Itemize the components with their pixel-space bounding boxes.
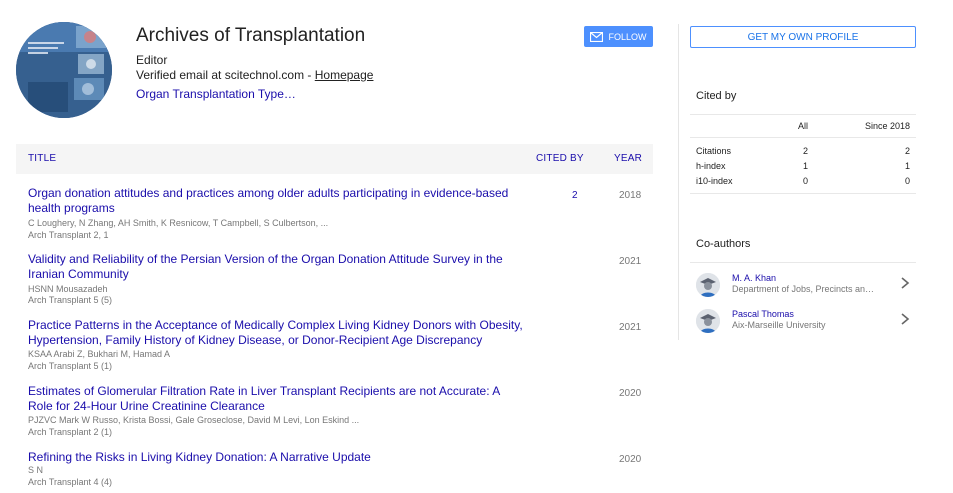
follow-label: FOLLOW	[608, 31, 647, 42]
publication-year: 2021	[619, 256, 642, 267]
publication-title-link[interactable]: Refining the Risks in Living Kidney Dona…	[28, 450, 528, 465]
coauthor-name[interactable]: M. A. Khan	[732, 273, 776, 283]
person-avatar-icon	[696, 273, 720, 297]
metric-all-value: 0	[803, 176, 809, 186]
profile-email: Verified email at scitechnol.com - Homep…	[136, 68, 373, 82]
coauthors-title: Co-authors	[696, 238, 751, 250]
citations-row: Citations 2 2	[690, 144, 916, 159]
coauthor-name[interactable]: Pascal Thomas	[732, 309, 794, 319]
metric-label[interactable]: Citations	[696, 146, 731, 156]
coauthor-affiliation: Department of Jobs, Precincts an…	[732, 284, 875, 294]
get-my-own-profile-button[interactable]: GET MY OWN PROFILE	[690, 26, 916, 48]
coauthors-divider	[690, 262, 916, 263]
publications-table-header: TITLE CITED BY YEAR	[16, 144, 653, 174]
publication-year: 2021	[619, 322, 642, 333]
table-row: Organ donation attitudes and practices a…	[16, 186, 653, 248]
metric-all-value: 1	[803, 161, 809, 171]
publication-authors: HSNN Mousazadeh	[28, 284, 108, 294]
h-index-row: h-index 1 1	[690, 159, 916, 174]
since-column-header: Since 2018	[864, 121, 910, 131]
cited-by-count-link[interactable]: 2	[572, 190, 578, 201]
table-row: Validity and Reliability of the Persian …	[16, 252, 653, 314]
i10-index-row: i10-index 0 0	[690, 174, 916, 189]
title-column-header[interactable]: TITLE	[28, 153, 56, 164]
column-divider	[678, 24, 679, 340]
publication-authors: C Loughery, N Zhang, AH Smith, K Resnico…	[28, 218, 329, 228]
metric-since-value: 0	[904, 176, 910, 186]
coauthor-affiliation: Aix-Marseille University	[732, 320, 826, 330]
journal-cover-image	[16, 22, 112, 118]
follow-button[interactable]: FOLLOW	[584, 26, 653, 47]
profile-name: Archives of Transplantation	[136, 25, 366, 46]
research-interests-link[interactable]: Organ Transplantation Type…	[136, 87, 296, 101]
chevron-right-icon[interactable]	[900, 312, 910, 326]
cited-by-column-header[interactable]: CITED BY	[536, 153, 584, 164]
publication-year: 2020	[619, 388, 642, 399]
publication-year: 2018	[619, 190, 642, 201]
publication-venue: Arch Transplant 2 (1)	[28, 427, 113, 437]
publication-venue: Arch Transplant 4 (4)	[28, 477, 113, 487]
metric-label[interactable]: h-index	[696, 161, 726, 171]
cited-by-header-row: All Since 2018	[690, 114, 916, 138]
cited-by-table: All Since 2018 Citations 2 2 h-index 1 1…	[690, 114, 916, 189]
publication-venue: Arch Transplant 2, 1	[28, 230, 109, 240]
publication-authors: PJZVC Mark W Russo, Krista Bossi, Gale G…	[28, 415, 360, 425]
all-column-header: All	[798, 121, 809, 131]
metric-all-value: 2	[803, 146, 809, 156]
cited-by-title: Cited by	[696, 90, 737, 102]
table-row: Refining the Risks in Living Kidney Dona…	[16, 450, 653, 490]
homepage-link[interactable]: Homepage	[315, 68, 374, 82]
publication-authors: KSAA Arabi Z, Bukhari M, Hamad A	[28, 349, 171, 359]
publication-venue: Arch Transplant 5 (1)	[28, 361, 113, 371]
publication-title-link[interactable]: Organ donation attitudes and practices a…	[28, 186, 528, 216]
coauthor-item[interactable]: M. A. Khan Department of Jobs, Precincts…	[690, 270, 916, 304]
coauthor-item[interactable]: Pascal Thomas Aix-Marseille University	[690, 306, 916, 340]
metric-since-value: 1	[904, 161, 910, 171]
profile-role: Editor	[136, 53, 168, 67]
year-column-header[interactable]: YEAR	[614, 153, 642, 164]
table-row: Estimates of Glomerular Filtration Rate …	[16, 384, 653, 446]
publication-year: 2020	[619, 454, 642, 465]
person-avatar-icon	[696, 309, 720, 333]
publication-authors: S N	[28, 465, 44, 475]
publication-title-link[interactable]: Validity and Reliability of the Persian …	[28, 252, 528, 282]
cited-by-bottom-divider	[690, 193, 916, 194]
profile-avatar	[16, 22, 112, 118]
email-text: Verified email at scitechnol.com -	[136, 68, 315, 82]
publication-title-link[interactable]: Practice Patterns in the Acceptance of M…	[28, 318, 538, 348]
metric-label[interactable]: i10-index	[696, 176, 733, 186]
publication-title-link[interactable]: Estimates of Glomerular Filtration Rate …	[28, 384, 518, 414]
metric-since-value: 2	[904, 146, 910, 156]
publication-venue: Arch Transplant 5 (5)	[28, 295, 113, 305]
chevron-right-icon[interactable]	[900, 276, 910, 290]
mail-icon	[590, 31, 604, 42]
table-row: Practice Patterns in the Acceptance of M…	[16, 318, 653, 380]
